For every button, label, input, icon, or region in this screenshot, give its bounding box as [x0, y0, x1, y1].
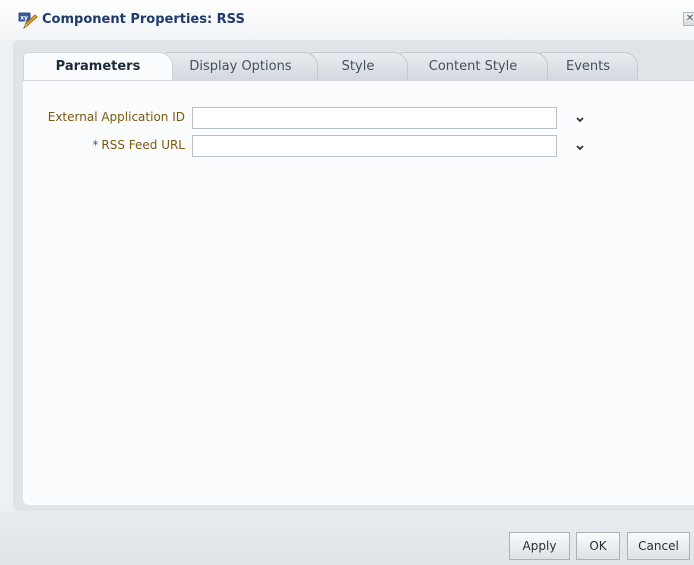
- tab-style[interactable]: Style: [308, 52, 408, 80]
- chevron-down-icon[interactable]: [574, 142, 586, 154]
- close-button[interactable]: ✕: [683, 12, 694, 26]
- tab-label: Display Options: [189, 59, 292, 74]
- rss-feed-url-input[interactable]: [192, 135, 557, 157]
- ok-button[interactable]: OK: [576, 532, 620, 560]
- dialog-title: Component Properties: RSS: [42, 12, 245, 27]
- external-app-id-input[interactable]: [192, 107, 557, 129]
- tab-label: Parameters: [55, 59, 141, 74]
- rss-feed-url-label-text: RSS Feed URL: [101, 138, 185, 152]
- close-icon: ✕: [685, 13, 694, 24]
- tab-label: Style: [341, 59, 375, 74]
- tab-content-style[interactable]: Content Style: [398, 52, 548, 80]
- tab-events[interactable]: Events: [538, 52, 638, 80]
- chevron-down-icon[interactable]: [574, 114, 586, 126]
- cancel-button[interactable]: Cancel: [627, 532, 690, 560]
- rss-feed-url-label: * RSS Feed URL: [92, 138, 185, 152]
- tab-display-options[interactable]: Display Options: [163, 52, 318, 80]
- apply-button[interactable]: Apply: [509, 532, 570, 560]
- required-marker: *: [92, 138, 99, 152]
- tab-parameters[interactable]: Parameters: [23, 52, 173, 80]
- external-app-id-label: External Application ID: [47, 110, 185, 124]
- tab-label: Events: [565, 59, 610, 74]
- parameters-panel: External Application ID * RSS Feed URL: [23, 80, 694, 505]
- dialog-titlebar: xy Component Properties: RSS ✕: [0, 0, 694, 40]
- component-properties-dialog: xy Component Properties: RSS ✕ Events Co…: [0, 0, 694, 565]
- svg-text:xy: xy: [20, 15, 28, 22]
- tab-bar: Events Content Style Style Display Optio…: [18, 52, 694, 80]
- tab-label: Content Style: [428, 59, 518, 74]
- edit-pencil-xy-icon: xy: [18, 12, 38, 30]
